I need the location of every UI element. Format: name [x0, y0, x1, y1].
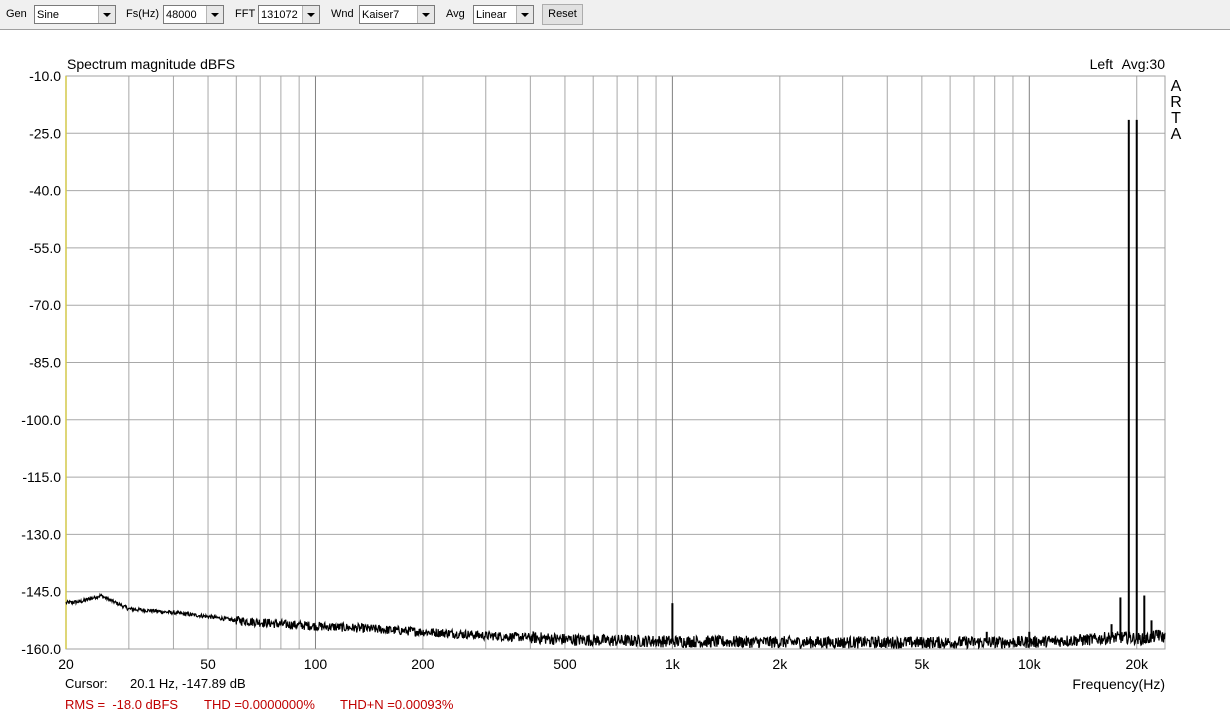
gen-label: Gen: [6, 8, 27, 20]
fft-select[interactable]: 131072: [258, 5, 320, 24]
gen-select[interactable]: Sine: [34, 5, 116, 24]
x-axis-label: Frequency(Hz): [1072, 676, 1165, 692]
watermark-letter: R: [1170, 94, 1182, 111]
wnd-label: Wnd: [331, 8, 354, 20]
watermark-letter: A: [1171, 126, 1182, 143]
spectrum-plot-area[interactable]: -10.0 -25.0 -40.0 -55.0 -70.0 -85.0 -100.0 -115…: [0, 30, 1230, 717]
thd-readout: THD =0.0000000%: [204, 697, 315, 712]
gen-select-value: Sine: [37, 9, 60, 21]
chart-title: Spectrum magnitude dBFS: [67, 56, 235, 72]
fs-label: Fs(Hz): [126, 8, 159, 20]
y-tick-label: -25.0: [29, 125, 61, 141]
chevron-down-icon[interactable]: [417, 6, 434, 23]
y-tick-label: -40.0: [29, 183, 61, 199]
toolbar: Gen Sine Fs(Hz) 48000 FFT 131072 Wnd Kai…: [0, 0, 1230, 30]
y-tick-label: -115.0: [22, 469, 61, 485]
cursor-label: Cursor:: [65, 676, 108, 691]
watermark-letter: A: [1171, 78, 1182, 95]
y-tick-label: -10.0: [29, 68, 61, 84]
grid: [65, 75, 1166, 650]
y-tick-label: -145.0: [21, 584, 61, 600]
thdn-readout: THD+N =0.00093%: [340, 697, 454, 712]
spectrum-trace: [65, 119, 1166, 651]
x-tick-label: 20: [58, 656, 74, 672]
arta-watermark: ARTA: [1170, 78, 1182, 143]
x-tick-label: 1k: [665, 656, 681, 672]
fft-select-value: 131072: [261, 9, 298, 21]
cursor-readout: 20.1 Hz, -147.89 dB: [130, 676, 246, 691]
avg-select[interactable]: Linear: [473, 5, 534, 24]
y-tick-label: -130.0: [21, 526, 61, 542]
x-tick-label: 2k: [772, 656, 788, 672]
x-tick-labels: 20 50 100 200 500 1k 2k 5k 10k 20k: [58, 656, 1149, 672]
y-tick-labels: -10.0 -25.0 -40.0 -55.0 -70.0 -85.0 -100.0 -115…: [21, 68, 61, 657]
y-tick-label: -70.0: [29, 297, 61, 313]
x-tick-label: 200: [411, 656, 435, 672]
reset-button[interactable]: Reset: [542, 4, 583, 25]
x-tick-label: 10k: [1018, 656, 1042, 672]
wnd-select[interactable]: Kaiser7: [359, 5, 435, 24]
y-tick-label: -100.0: [21, 412, 61, 428]
avg-label: Avg: [446, 8, 465, 20]
chevron-down-icon[interactable]: [98, 6, 115, 23]
noise-floor-line: [65, 592, 1166, 651]
x-tick-label: 50: [200, 656, 216, 672]
fs-select-value: 48000: [166, 9, 197, 21]
x-tick-label: 20k: [1125, 656, 1149, 672]
fft-label: FFT: [235, 8, 256, 20]
y-tick-label: -55.0: [29, 240, 61, 256]
chevron-down-icon[interactable]: [516, 6, 533, 23]
avg-info: Avg:30: [1122, 56, 1166, 72]
channel-label: Left: [1090, 56, 1113, 72]
chevron-down-icon[interactable]: [302, 6, 319, 23]
y-tick-label: -85.0: [29, 355, 61, 371]
rms-readout: RMS = -18.0 dBFS: [65, 697, 179, 712]
watermark-letter: T: [1171, 110, 1181, 127]
x-tick-label: 5k: [914, 656, 930, 672]
wnd-select-value: Kaiser7: [362, 9, 400, 21]
x-tick-label: 500: [553, 656, 577, 672]
x-tick-label: 100: [304, 656, 328, 672]
chevron-down-icon[interactable]: [206, 6, 223, 23]
y-tick-label: -160.0: [21, 641, 61, 657]
spectrum-chart[interactable]: -10.0 -25.0 -40.0 -55.0 -70.0 -85.0 -100.0 -115…: [0, 30, 1230, 717]
fs-select[interactable]: 48000: [163, 5, 224, 24]
avg-select-value: Linear: [476, 9, 507, 21]
